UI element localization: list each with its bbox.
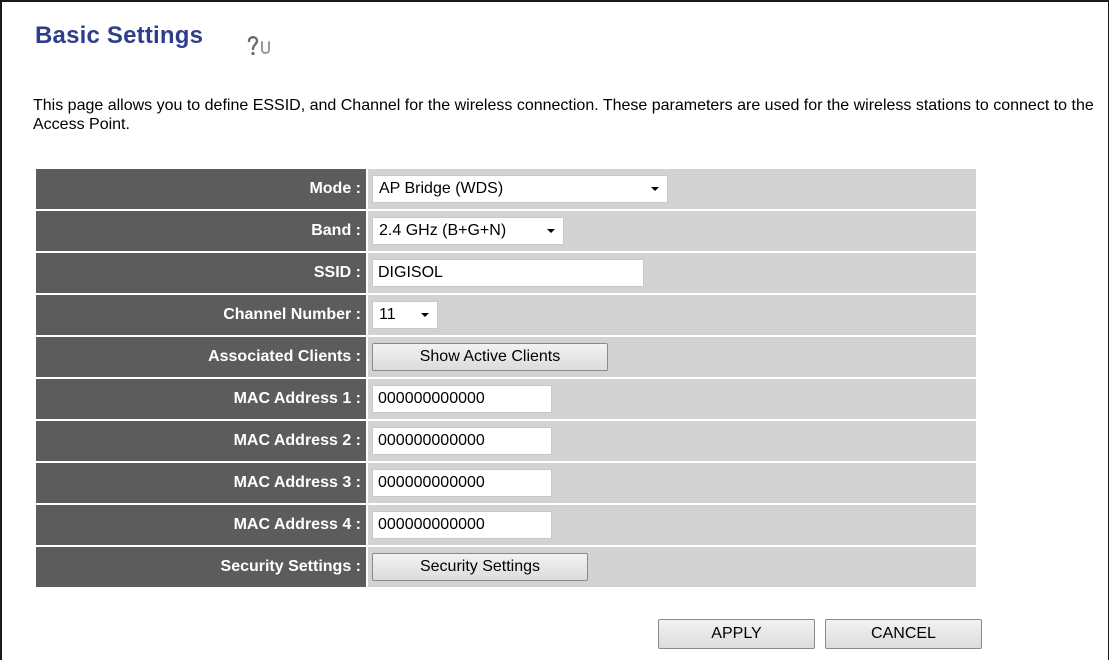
chevron-down-icon [651, 187, 659, 191]
ssid-label: SSID : [36, 253, 366, 293]
channel-label: Channel Number : [36, 295, 366, 335]
channel-row: Channel Number : 11 [36, 295, 976, 335]
band-select-value: 2.4 GHz (B+G+N) [379, 222, 507, 239]
mac-address-4-label: MAC Address 4 : [36, 505, 366, 545]
settings-form: Mode : AP Bridge (WDS) Band : 2.4 GHz (B… [36, 169, 976, 589]
ssid-row: SSID : DIGISOL [36, 253, 976, 293]
band-select[interactable]: 2.4 GHz (B+G+N) [372, 217, 564, 245]
mac-address-2-input[interactable]: 000000000000 [372, 427, 552, 455]
chevron-down-icon [421, 313, 429, 317]
page-description: This page allows you to define ESSID, an… [33, 97, 1094, 133]
mac-address-3-input[interactable]: 000000000000 [372, 469, 552, 497]
mac-address-3-row: MAC Address 3 : 000000000000 [36, 463, 976, 503]
mac-address-2-label: MAC Address 2 : [36, 421, 366, 461]
security-settings-row: Security Settings : Security Settings [36, 547, 976, 587]
mode-label: Mode : [36, 169, 366, 209]
form-actions: APPLY CANCEL [658, 619, 982, 649]
channel-select[interactable]: 11 [372, 301, 438, 329]
associated-clients-label: Associated Clients : [36, 337, 366, 377]
show-active-clients-button[interactable]: Show Active Clients [372, 343, 608, 371]
mac-address-2-row: MAC Address 2 : 000000000000 [36, 421, 976, 461]
apply-button[interactable]: APPLY [658, 619, 815, 649]
chevron-down-icon [547, 229, 555, 233]
help-icon[interactable] [245, 33, 275, 57]
page-title: Basic Settings [35, 22, 204, 49]
mode-select[interactable]: AP Bridge (WDS) [372, 175, 668, 203]
band-row: Band : 2.4 GHz (B+G+N) [36, 211, 976, 251]
mac-address-3-label: MAC Address 3 : [36, 463, 366, 503]
mac-address-1-input[interactable]: 000000000000 [372, 385, 552, 413]
mac-address-4-input[interactable]: 000000000000 [372, 511, 552, 539]
mode-row: Mode : AP Bridge (WDS) [36, 169, 976, 209]
band-label: Band : [36, 211, 366, 251]
security-settings-label: Security Settings : [36, 547, 366, 587]
associated-clients-row: Associated Clients : Show Active Clients [36, 337, 976, 377]
security-settings-button[interactable]: Security Settings [372, 553, 588, 581]
channel-select-value: 11 [379, 306, 396, 323]
mac-address-4-row: MAC Address 4 : 000000000000 [36, 505, 976, 545]
mode-select-value: AP Bridge (WDS) [379, 180, 504, 197]
mac-address-1-label: MAC Address 1 : [36, 379, 366, 419]
ssid-input[interactable]: DIGISOL [372, 259, 644, 287]
cancel-button[interactable]: CANCEL [825, 619, 982, 649]
mac-address-1-row: MAC Address 1 : 000000000000 [36, 379, 976, 419]
